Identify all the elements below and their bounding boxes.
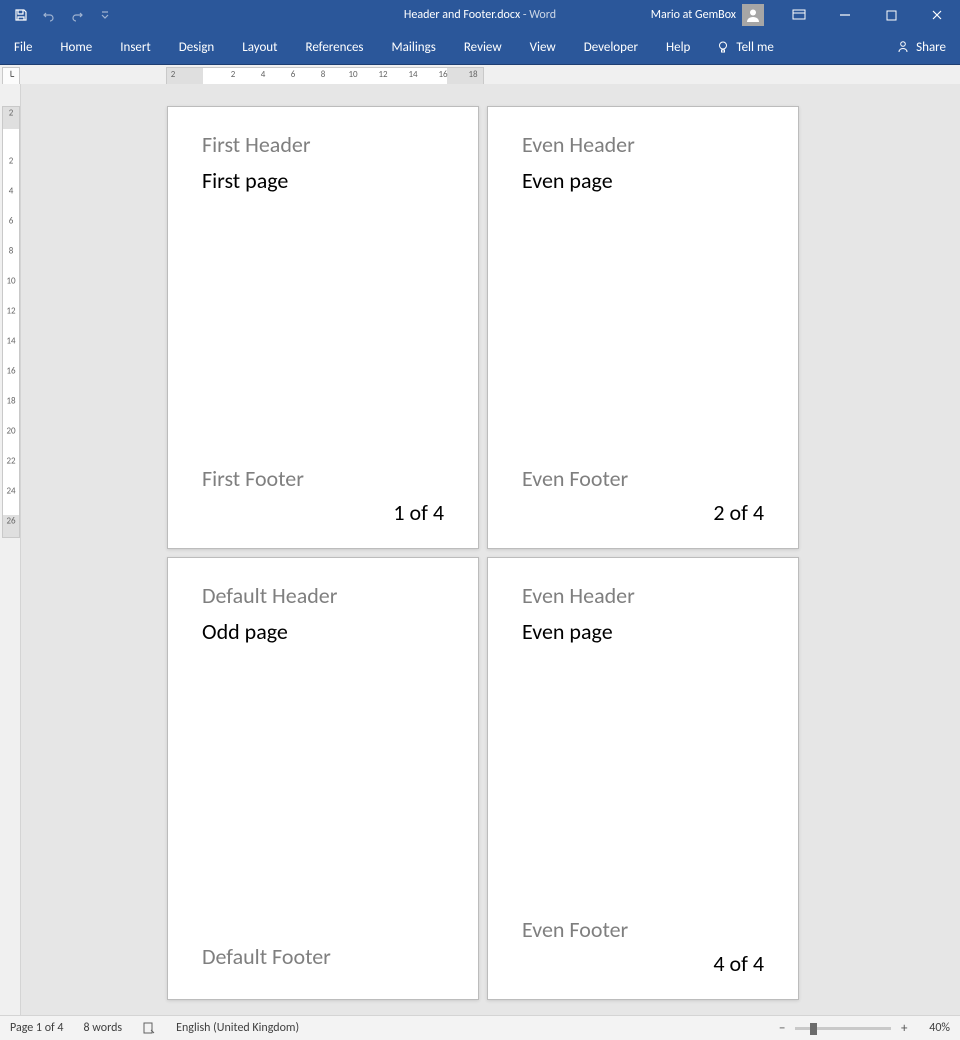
zoom-track[interactable] — [795, 1027, 891, 1030]
zoom-in-button[interactable]: + — [897, 1021, 911, 1035]
zoom-out-button[interactable]: − — [775, 1021, 789, 1035]
page-footer: Even Footer — [522, 918, 764, 942]
page-1[interactable]: First Header First page First Footer 1 o… — [167, 106, 479, 549]
proofing-icon — [142, 1021, 156, 1035]
redo-button[interactable] — [64, 3, 90, 27]
tell-me-search[interactable]: Tell me — [704, 30, 785, 64]
tab-mailings[interactable]: Mailings — [378, 30, 450, 64]
tab-insert[interactable]: Insert — [106, 30, 165, 64]
tab-references[interactable]: References — [292, 30, 378, 64]
tab-file[interactable]: File — [0, 30, 46, 64]
horizontal-ruler-area: └ 2 2 4 6 8 10 12 14 16 18 — [0, 65, 960, 86]
user-avatar[interactable] — [742, 4, 764, 26]
page-2[interactable]: Even Header Even page Even Footer 2 of 4 — [487, 106, 799, 549]
page-header: Even Header — [522, 584, 764, 608]
page-body: First page — [202, 167, 444, 194]
zoom-thumb[interactable] — [810, 1023, 817, 1035]
title-right-group: Mario at GemBox — [651, 0, 960, 30]
zoom-slider[interactable]: − + — [767, 1021, 919, 1035]
minimize-icon — [839, 9, 851, 21]
page-body: Odd page — [202, 618, 444, 645]
status-wordcount[interactable]: 8 words — [74, 1021, 133, 1035]
page-body: Even page — [522, 167, 764, 194]
tab-view[interactable]: View — [516, 30, 570, 64]
page-header: First Header — [202, 133, 444, 157]
ribbon-options-icon — [792, 9, 806, 21]
tab-home[interactable]: Home — [46, 30, 106, 64]
lightbulb-icon — [716, 40, 730, 54]
page-footer: Even Footer — [522, 467, 764, 491]
undo-icon — [42, 8, 56, 22]
zoom-percent[interactable]: 40% — [919, 1021, 960, 1035]
ribbon-tabs: File Home Insert Design Layout Reference… — [0, 30, 960, 65]
page-footer: First Footer — [202, 467, 444, 491]
page-body: Even page — [522, 618, 764, 645]
status-proofing[interactable] — [132, 1021, 166, 1035]
status-language[interactable]: English (United Kingdom) — [166, 1021, 309, 1035]
user-name[interactable]: Mario at GemBox — [651, 8, 736, 22]
close-icon — [931, 9, 943, 21]
maximize-button[interactable] — [868, 0, 914, 30]
redo-icon — [70, 8, 84, 22]
workspace: 2 2 4 6 8 10 12 14 16 18 20 22 24 26 Fir… — [0, 84, 960, 1016]
undo-button[interactable] — [36, 3, 62, 27]
title-separator: - — [520, 8, 529, 22]
status-bar: Page 1 of 4 8 words English (United King… — [0, 1015, 960, 1040]
page-header: Even Header — [522, 133, 764, 157]
page-number: 1 of 4 — [202, 499, 444, 526]
page-4[interactable]: Even Header Even page Even Footer 4 of 4 — [487, 557, 799, 1000]
tab-selector[interactable]: └ — [2, 67, 20, 85]
close-button[interactable] — [914, 0, 960, 30]
share-icon — [896, 40, 910, 54]
page-3[interactable]: Default Header Odd page Default Footer — [167, 557, 479, 1000]
title-bar: Header and Footer.docx - Word Mario at G… — [0, 0, 960, 30]
tab-review[interactable]: Review — [450, 30, 516, 64]
vertical-ruler-area: 2 2 4 6 8 10 12 14 16 18 20 22 24 26 — [0, 84, 21, 1016]
pages-grid: First Header First page First Footer 1 o… — [167, 106, 799, 1000]
save-icon — [14, 8, 28, 22]
page-footer: Default Footer — [202, 945, 444, 969]
page-number: 4 of 4 — [522, 950, 764, 977]
minimize-button[interactable] — [822, 0, 868, 30]
app-name: Word — [529, 8, 556, 22]
status-page[interactable]: Page 1 of 4 — [0, 1021, 74, 1035]
page-header: Default Header — [202, 584, 444, 608]
user-icon — [745, 7, 761, 23]
chevron-down-icon — [101, 10, 109, 20]
page-number: 2 of 4 — [522, 499, 764, 526]
tab-help[interactable]: Help — [652, 30, 704, 64]
save-button[interactable] — [8, 3, 34, 27]
qat-customize-button[interactable] — [92, 3, 118, 27]
tab-design[interactable]: Design — [165, 30, 228, 64]
tab-developer[interactable]: Developer — [570, 30, 652, 64]
quick-access-toolbar — [0, 3, 118, 27]
tab-layout[interactable]: Layout — [228, 30, 291, 64]
maximize-icon — [886, 10, 897, 21]
horizontal-ruler[interactable]: 2 2 4 6 8 10 12 14 16 18 — [166, 67, 484, 85]
document-canvas[interactable]: First Header First page First Footer 1 o… — [21, 84, 960, 1016]
share-button[interactable]: Share — [882, 30, 960, 64]
ribbon-display-options-button[interactable] — [776, 0, 822, 30]
document-filename: Header and Footer.docx — [404, 8, 520, 22]
vertical-ruler[interactable]: 2 2 4 6 8 10 12 14 16 18 20 22 24 26 — [2, 106, 20, 538]
